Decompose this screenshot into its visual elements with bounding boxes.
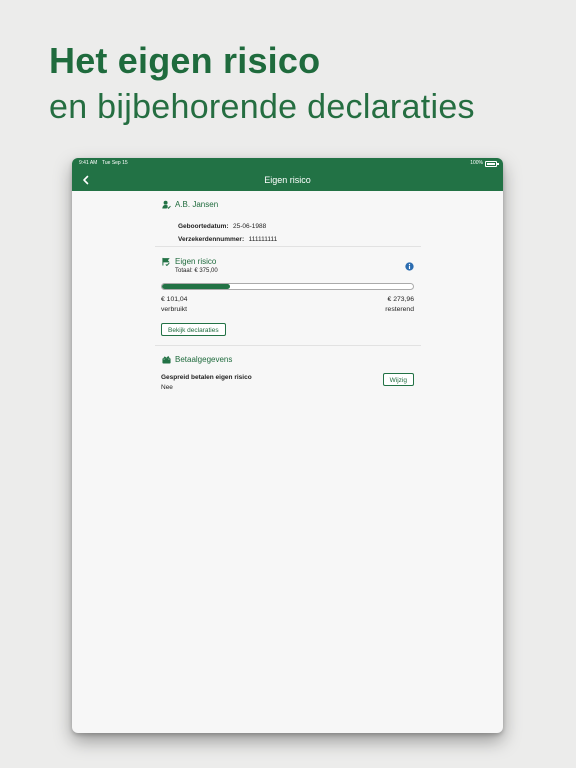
betaalgegevens-section: Betaalgegevens Gespreid betalen eigen ri… [155,346,421,406]
flag-icon [162,257,170,266]
wallet-icon [162,355,171,364]
remaining-amount: € 273,96 [387,296,414,303]
policy-label: Verzekerdennummer: [178,236,245,243]
eigen-risico-progress-bar [161,283,414,290]
status-bar: 9:41 AM Tue Sep 15 100% [72,158,503,168]
eigen-risico-section: Eigen risico Totaal: € 375,00 € 101,04 v… [155,247,421,345]
policy-value: 111111111 [248,236,278,243]
user-name: A.B. Jansen [175,200,219,209]
betaalgegevens-title: Betaalgegevens [175,355,233,364]
remaining-label: resterend [385,306,414,313]
user-icon [162,200,171,209]
used-label: verbruikt [161,306,188,313]
navbar: 9:41 AM Tue Sep 15 100% Eigen risico [72,158,503,191]
eigen-risico-title: Eigen risico [175,257,217,266]
status-date: Tue Sep 15 [102,160,128,166]
status-time: 9:41 AM [79,160,98,166]
page-title: Eigen risico [264,175,311,185]
edit-button[interactable]: Wijzig [382,373,414,386]
battery-percentage: 100% [470,160,483,166]
eigen-risico-total: Totaal: € 375,00 [175,268,218,274]
used-amount: € 101,04 [161,296,188,303]
marketing-headline: Het eigen risico en bijbehorende declara… [49,38,475,130]
info-icon[interactable] [405,262,414,271]
spread-payment-value: Nee [161,384,173,391]
tablet-screen: 9:41 AM Tue Sep 15 100% Eigen risico A.B… [72,158,503,733]
user-section: A.B. Jansen Geboortedatum: 25-06-1988 Ve… [155,191,421,246]
battery-icon [485,161,499,167]
main-content: A.B. Jansen Geboortedatum: 25-06-1988 Ve… [155,191,421,406]
view-claims-button[interactable]: Bekijk declaraties [161,323,226,336]
progress-fill [162,284,230,289]
policy-row: Verzekerdennummer: 111111111 [178,228,277,246]
headline-light: en bijbehorende declaraties [49,88,475,126]
headline-bold: Het eigen risico [49,40,321,81]
spread-payment-label: Gespreid betalen eigen risico [161,374,252,381]
